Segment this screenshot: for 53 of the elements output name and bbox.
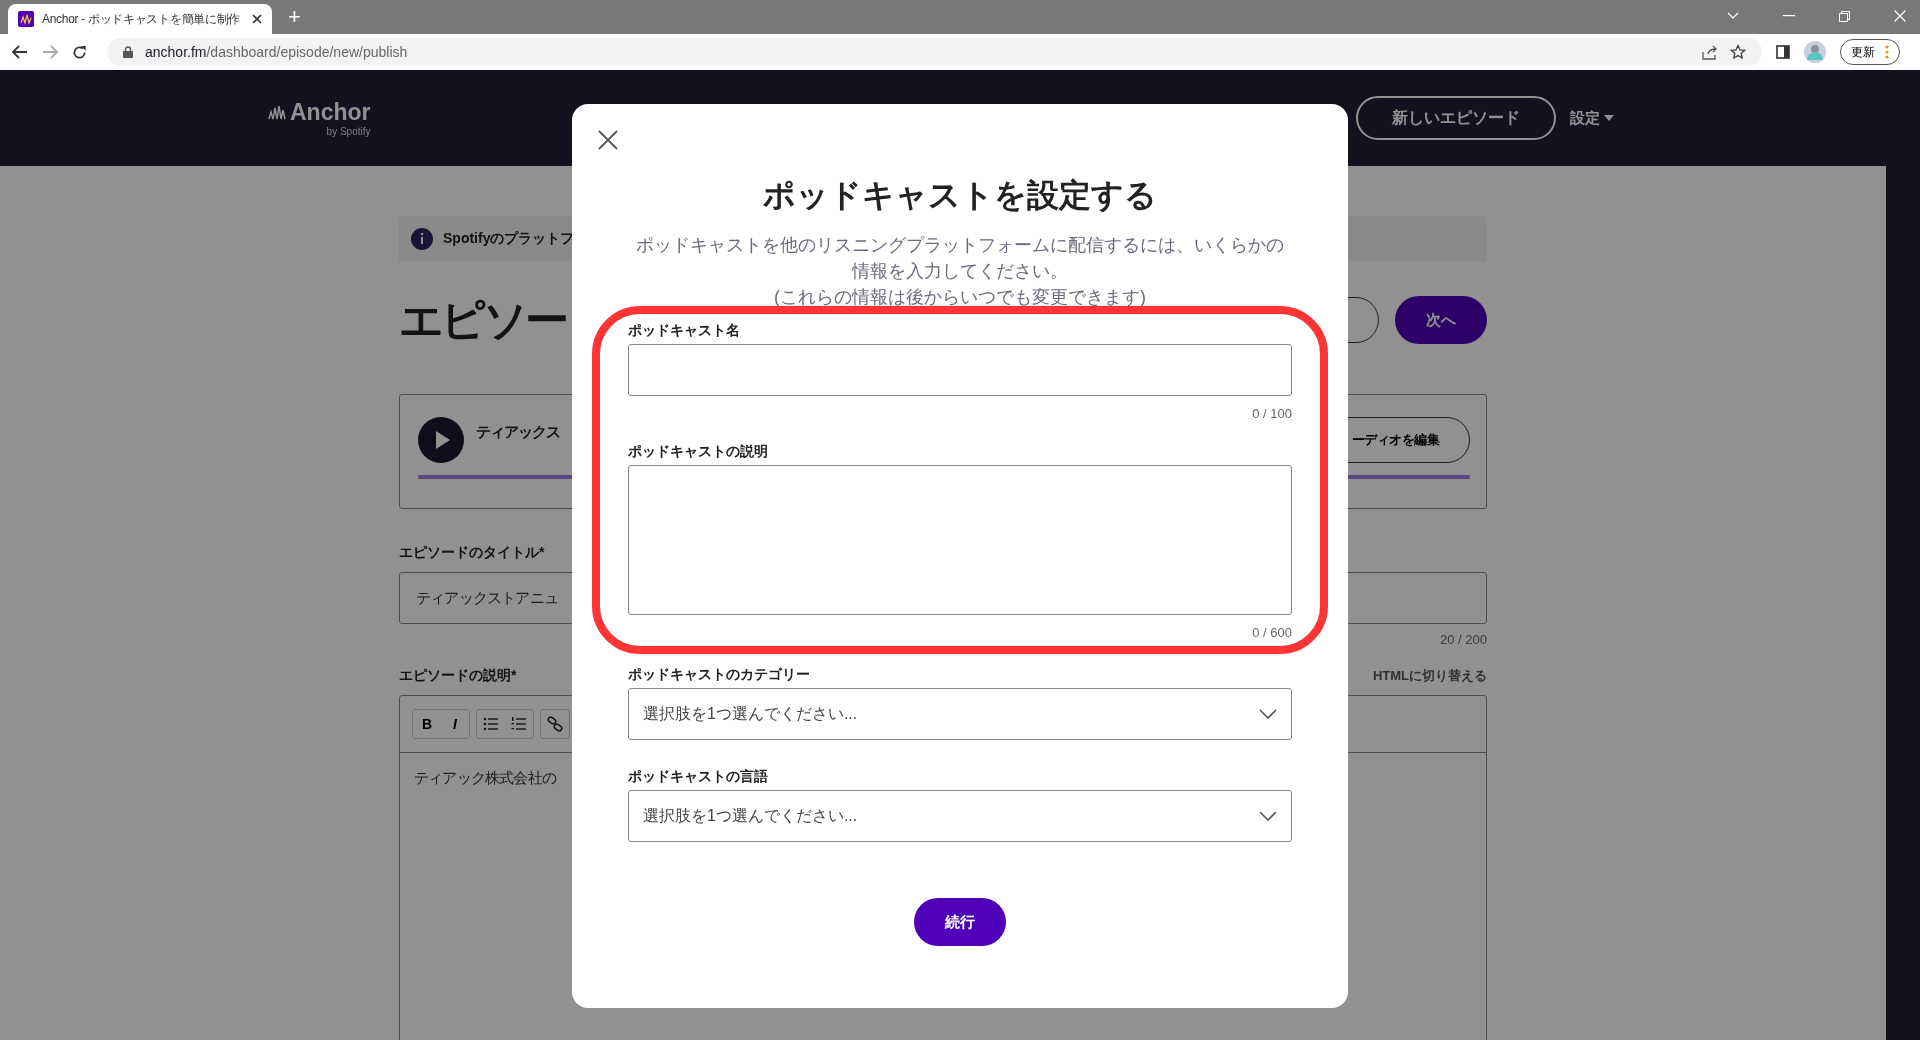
share-icon[interactable] xyxy=(1702,44,1718,60)
caret-icon xyxy=(1604,115,1614,121)
description-text: ティアック株式会社の xyxy=(414,769,556,788)
html-switch-link[interactable]: HTMLに切り替える xyxy=(1372,667,1487,685)
restore-icon[interactable] xyxy=(1839,10,1850,22)
reload-icon[interactable] xyxy=(72,44,87,60)
address-bar[interactable]: anchor.fm/dashboard/episode/new/publish xyxy=(107,38,1762,66)
lock-icon xyxy=(123,46,133,58)
more-icon xyxy=(1885,45,1889,59)
logo-subtitle: by Spotify xyxy=(326,126,371,137)
avatar-icon[interactable] xyxy=(1804,41,1826,63)
browser-tab[interactable]: Anchor - ポッドキャストを簡単に制作 xyxy=(8,4,272,34)
next-button[interactable]: 次へ xyxy=(1395,296,1487,344)
star-icon[interactable] xyxy=(1730,44,1746,60)
field-label: エピソードの説明* xyxy=(399,667,517,685)
select-field[interactable]: 選択肢を1つ選んでください... xyxy=(628,790,1292,842)
chevron-down-icon xyxy=(1259,709,1277,719)
new-tab-button[interactable]: + xyxy=(288,4,301,30)
close-icon[interactable] xyxy=(252,14,262,24)
dialog-title: ポッドキャストを設定する xyxy=(763,176,1157,215)
back-icon[interactable] xyxy=(12,45,28,59)
field-label: エピソードのタイトル* xyxy=(399,544,546,562)
select-field[interactable]: 選択肢を1つ選んでください... xyxy=(628,688,1292,740)
dialog-description: ポッドキャストを他のリスニングプラットフォームに配信するには、いくらかの情報を入力してください。 xyxy=(635,234,1285,283)
update-button[interactable]: 更新 xyxy=(1840,39,1900,65)
textarea-field[interactable] xyxy=(628,465,1292,615)
info-icon xyxy=(411,228,433,250)
chevron-down-icon[interactable] xyxy=(1727,12,1739,20)
field-label: ポッドキャスト名 xyxy=(628,322,741,340)
forward-icon[interactable] xyxy=(42,45,58,59)
banner-text: Spotifyのプラットフ xyxy=(443,230,575,248)
audio-title: ティアックス xyxy=(476,423,560,442)
field-label: ポッドキャストのカテゴリー xyxy=(628,666,811,684)
side-panel-icon[interactable] xyxy=(1776,45,1790,59)
field-label: ポッドキャストの言語 xyxy=(628,768,769,786)
character-counter: 0 / 600 xyxy=(1252,625,1292,640)
logo-icon xyxy=(268,104,288,121)
scrollbar[interactable] xyxy=(1886,70,1920,1040)
page-heading: エピソー xyxy=(399,293,566,346)
input-field[interactable] xyxy=(628,344,1292,396)
logo-text[interactable]: Anchor xyxy=(290,99,371,126)
settings-menu[interactable]: 設定 xyxy=(1564,107,1620,129)
minimize-icon[interactable] xyxy=(1783,15,1795,17)
new-episode-button[interactable]: 新しいエピソード xyxy=(1356,96,1556,140)
play-icon[interactable] xyxy=(418,417,464,463)
chevron-down-icon xyxy=(1259,811,1277,821)
close-icon[interactable] xyxy=(598,130,618,150)
character-counter: 20 / 200 xyxy=(1440,632,1487,647)
field-label: ポッドキャストの説明 xyxy=(628,443,769,461)
continue-button[interactable]: 続行 xyxy=(914,898,1006,946)
link-icon[interactable] xyxy=(540,709,570,739)
character-counter: 0 / 100 xyxy=(1252,406,1292,421)
favicon-icon xyxy=(18,11,34,27)
